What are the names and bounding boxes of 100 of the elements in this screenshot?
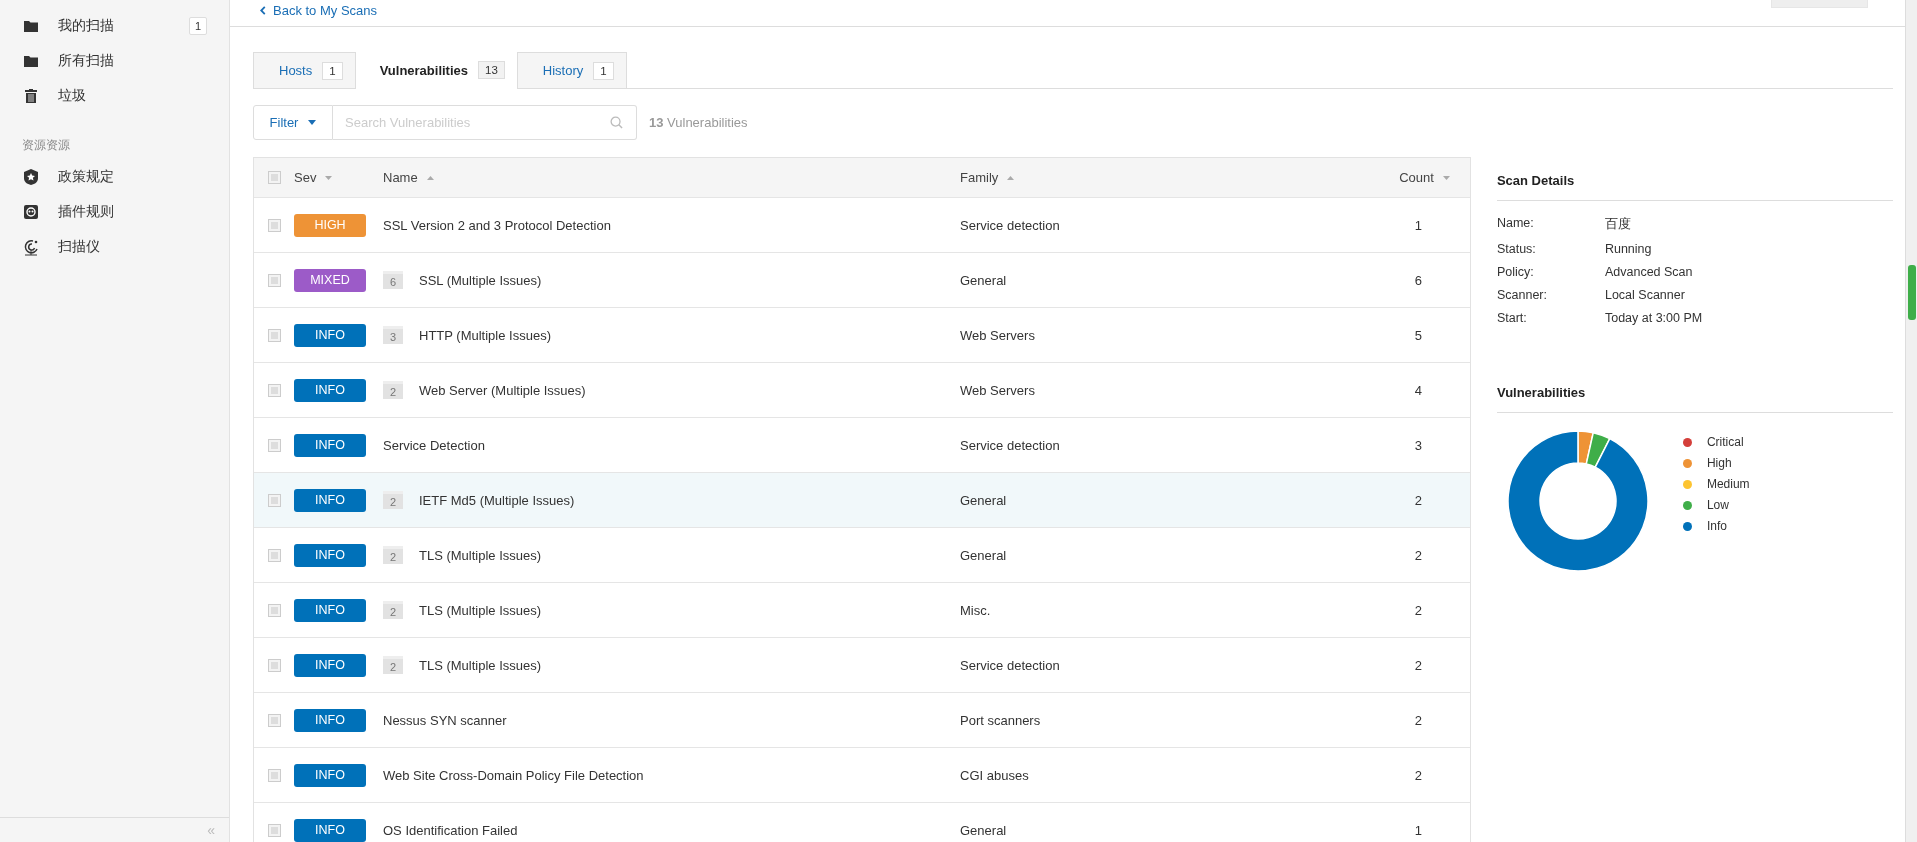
sort-icon	[426, 175, 434, 180]
table-row[interactable]: INFO OS Identification Failed General 1	[254, 802, 1470, 842]
sidebar-item[interactable]: 所有扫描	[0, 43, 229, 78]
plugin-icon	[22, 204, 40, 219]
shield-star-icon	[22, 168, 40, 185]
count-cell: 2	[1414, 657, 1422, 673]
checkbox[interactable]	[267, 328, 281, 342]
severity-badge: INFO	[294, 323, 366, 347]
checkbox[interactable]	[267, 713, 281, 727]
severity-badge: INFO	[294, 653, 366, 677]
sort-icon	[325, 175, 333, 180]
family-cell: General	[960, 822, 1007, 838]
tab[interactable]: Hosts 1	[253, 52, 356, 89]
count-cell: 2	[1414, 767, 1422, 783]
family-cell: Misc.	[960, 602, 991, 618]
panel-title: Scan Details	[1496, 163, 1893, 201]
detail-value: Local Scanner	[1604, 288, 1686, 302]
detail-value: 百度	[1604, 216, 1632, 233]
count-cell: 2	[1414, 712, 1422, 728]
severity-badge: HIGH	[294, 213, 366, 237]
detail-value: Running	[1604, 242, 1653, 256]
search-icon	[610, 116, 623, 129]
severity-badge: INFO	[294, 598, 366, 622]
group-count: 6	[383, 271, 403, 289]
count-cell: 2	[1414, 547, 1422, 563]
family-cell: Service detection	[960, 437, 1060, 453]
family-cell: Service detection	[960, 217, 1060, 233]
checkbox[interactable]	[267, 658, 281, 672]
detail-label: Start:	[1496, 311, 1528, 325]
family-cell: Port scanners	[960, 712, 1041, 728]
group-count: 2	[383, 491, 403, 509]
sort-icon	[1007, 175, 1015, 180]
scrollbar[interactable]	[1905, 0, 1917, 842]
vulnerability-name: Service Detection	[383, 437, 485, 453]
family-cell: Web Servers	[960, 382, 1035, 398]
table-row[interactable]: INFO 2 IETF Md5 (Multiple Issues) General 2	[254, 472, 1470, 527]
severity-badge: INFO	[294, 378, 366, 402]
checkbox[interactable]	[267, 383, 281, 397]
checkbox[interactable]	[267, 603, 281, 617]
trash-icon	[22, 88, 40, 103]
sidebar-item[interactable]: 垃圾	[0, 78, 229, 113]
sidebar-item[interactable]: 我的扫描 1	[0, 8, 229, 43]
count-cell: 4	[1414, 382, 1422, 398]
top-button[interactable]	[1771, 0, 1868, 8]
section-heading: 资源资源	[21, 138, 71, 153]
family-cell: General	[960, 492, 1007, 508]
severity-badge: INFO	[294, 818, 366, 842]
legend-label: Critical	[1706, 435, 1744, 449]
severity-badge: MIXED	[294, 268, 366, 292]
severity-badge: INFO	[294, 433, 366, 457]
legend-label: Medium	[1706, 477, 1750, 491]
checkbox[interactable]	[267, 768, 281, 782]
vulnerability-name: TLS (Multiple Issues)	[419, 602, 542, 618]
back-link[interactable]: Back to My Scans	[260, 0, 378, 18]
column-header[interactable]: Sev	[294, 170, 368, 185]
checkbox[interactable]	[267, 218, 281, 232]
column-header[interactable]: Family	[960, 170, 1342, 185]
severity-badge: INFO	[294, 708, 366, 732]
tab[interactable]: History 1	[516, 52, 627, 89]
count-cell: 1	[1414, 217, 1422, 233]
sidebar-item[interactable]: 政策规定	[0, 159, 229, 194]
family-cell: Service detection	[960, 657, 1060, 673]
detail-label: Name:	[1496, 216, 1535, 232]
filter-button[interactable]: Filter	[253, 105, 333, 140]
checkbox[interactable]	[267, 493, 281, 507]
folder-icon	[22, 54, 40, 67]
severity-badge: INFO	[294, 763, 366, 787]
count-cell: 2	[1414, 602, 1422, 618]
count-cell: 6	[1414, 272, 1422, 288]
sidebar-item[interactable]: 扫描仪	[0, 229, 229, 264]
severity-badge: INFO	[294, 488, 366, 512]
detail-value: Today at 3:00 PM	[1604, 311, 1704, 325]
family-cell: General	[960, 272, 1007, 288]
sidebar-item[interactable]: 插件规则	[0, 194, 229, 229]
vulnerability-name: IETF Md5 (Multiple Issues)	[419, 492, 575, 508]
count-cell: 3	[1414, 437, 1422, 453]
column-header[interactable]: Count	[1341, 170, 1470, 185]
vulnerability-name: OS Identification Failed	[383, 822, 518, 838]
vulnerability-name: HTTP (Multiple Issues)	[419, 327, 551, 343]
family-cell: CGI abuses	[960, 767, 1029, 783]
checkbox[interactable]	[267, 171, 281, 184]
vulnerability-name: Web Server (Multiple Issues)	[419, 382, 586, 398]
vulnerability-name: TLS (Multiple Issues)	[419, 657, 542, 673]
checkbox[interactable]	[267, 438, 281, 452]
sort-icon	[1442, 175, 1450, 180]
checkbox[interactable]	[267, 273, 281, 287]
detail-label: Scanner:	[1496, 288, 1548, 302]
group-count: 2	[383, 656, 403, 674]
vulnerability-name: SSL (Multiple Issues)	[419, 272, 542, 288]
checkbox[interactable]	[267, 548, 281, 562]
group-count: 2	[383, 546, 403, 564]
column-header[interactable]: Name	[368, 170, 960, 185]
caret-icon	[308, 120, 317, 125]
count-cell: 5	[1414, 327, 1422, 343]
legend-label: Low	[1706, 498, 1729, 512]
legend-label: High	[1706, 456, 1732, 470]
group-count: 3	[383, 326, 403, 344]
vulnerability-name: Nessus SYN scanner	[383, 712, 507, 728]
detail-label: Status:	[1496, 242, 1537, 256]
checkbox[interactable]	[267, 823, 281, 837]
